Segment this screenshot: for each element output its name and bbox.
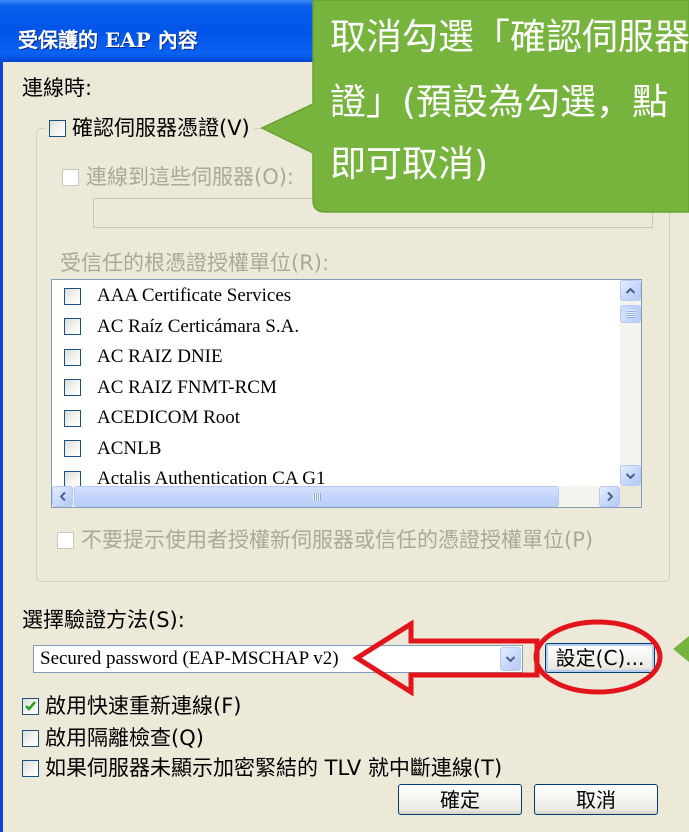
auth-method-select[interactable]: Secured password (EAP-MSCHAP v2) [33,645,523,673]
auth-method-selected: Secured password (EAP-MSCHAP v2) [40,648,339,669]
check-icon [25,701,36,711]
ok-button[interactable]: 確定 [398,784,522,815]
checkbox[interactable] [62,168,79,186]
disconnect-no-tlv-checkbox[interactable]: 如果伺服器未顯示加密緊結的 TLV 就中斷連線(T) [22,756,502,780]
trusted-root-ca-label: 受信任的根憑證授權單位(R): [60,251,330,275]
checkbox[interactable] [64,287,81,305]
checkbox[interactable] [64,318,81,336]
connect-to-servers-checkbox[interactable]: 連線到這些伺服器(O): [62,165,294,189]
checkbox[interactable] [22,729,39,747]
ca-list-item-label: AC Raíz Certicámara S.A. [97,315,300,337]
ca-list-item[interactable]: ACEDICOM Root [52,403,620,434]
fast-reconnect-label: 啟用快速重新連線(F) [45,694,242,718]
auth-method-label: 選擇驗證方法(S): [22,608,185,632]
window-title: 受保護的 EAP 內容 [18,28,198,52]
scroll-grip [626,310,635,318]
validate-server-cert-checkbox[interactable]: 確認伺服器憑證(V) [45,116,254,140]
checkbox[interactable] [64,470,81,486]
ca-list-item[interactable]: AC RAIZ DNIE [52,342,620,373]
scroll-left-button[interactable] [52,486,73,507]
ca-list-item-label: Actalis Authentication CA G1 [97,468,326,486]
scroll-right-button[interactable] [599,486,620,507]
ca-list-item[interactable]: ACNLB [52,434,620,465]
cancel-button[interactable]: 取消 [534,784,658,815]
trusted-root-ca-list[interactable]: AAA Certificate Services AC Raíz Certicá… [51,279,642,508]
ca-list-item-label: AAA Certificate Services [97,285,292,307]
callout-line: 即可取消) [330,144,489,185]
validate-server-cert-label: 確認伺服器憑證(V) [72,116,250,140]
ca-list-item-label: ACNLB [97,437,162,459]
fast-reconnect-checkbox[interactable]: 啟用快速重新連線(F) [22,694,241,718]
horizontal-scroll-thumb[interactable] [74,486,559,507]
vertical-scroll-thumb[interactable] [620,305,641,323]
checkbox[interactable] [64,348,81,366]
scroll-up-button[interactable] [620,280,641,301]
checkbox[interactable] [49,119,66,137]
checkbox[interactable] [64,440,81,458]
window-frame [0,62,3,832]
quarantine-checks-label: 啟用隔離檢查(Q) [45,726,204,750]
checkbox[interactable] [22,759,39,777]
checkbox[interactable] [64,379,81,397]
ca-list-item-label: AC RAIZ DNIE [97,346,223,368]
disconnect-no-tlv-label: 如果伺服器未顯示加密緊結的 TLV 就中斷連線(T) [45,756,503,780]
scroll-right-icon [606,492,613,501]
ca-list-item[interactable]: AC Raíz Certicámara S.A. [52,312,620,343]
callout-line: 取消勾選「確認伺服器 [330,17,689,58]
do-not-prompt-label: 不要提示使用者授權新伺服器或信任的憑證授權單位(P) [81,528,594,552]
connect-to-servers-label: 連線到這些伺服器(O): [86,165,294,189]
checkbox[interactable] [22,697,39,715]
vertical-scrollbar[interactable] [620,280,641,486]
dropdown-arrow-icon [506,656,515,662]
dropdown-button[interactable] [500,647,521,671]
scroll-left-icon [59,492,66,501]
scroll-down-icon [626,472,635,479]
scrollbar-corner [620,486,641,507]
configure-button[interactable]: 設定(C)... [545,643,655,673]
horizontal-scrollbar[interactable] [52,486,620,507]
checkbox[interactable] [64,409,81,427]
callout-pointer-right [673,636,689,662]
ca-list-item[interactable]: Actalis Authentication CA G1 [52,464,620,486]
ca-list-content: AAA Certificate Services AC Raíz Certicá… [52,280,620,486]
quarantine-checks-checkbox[interactable]: 啟用隔離檢查(Q) [22,726,204,750]
ca-list-item-label: ACEDICOM Root [97,407,241,429]
scroll-down-button[interactable] [620,465,641,486]
ca-list-item-label: AC RAIZ FNMT-RCM [97,376,277,398]
ca-list-item[interactable]: AC RAIZ FNMT-RCM [52,373,620,404]
connect-heading: 連線時: [22,76,93,100]
callout-line: 證」(預設為勾選，點 [330,82,669,123]
callout-text: 取消勾選「確認伺服器 證」(預設為勾選，點 即可取消) [313,0,689,212]
do-not-prompt-checkbox[interactable]: 不要提示使用者授權新伺服器或信任的憑證授權單位(P) [57,528,593,552]
ca-list-item[interactable]: AAA Certificate Services [52,281,620,312]
scroll-up-icon [626,287,635,294]
checkbox[interactable] [57,531,74,549]
scroll-grip [312,492,321,501]
